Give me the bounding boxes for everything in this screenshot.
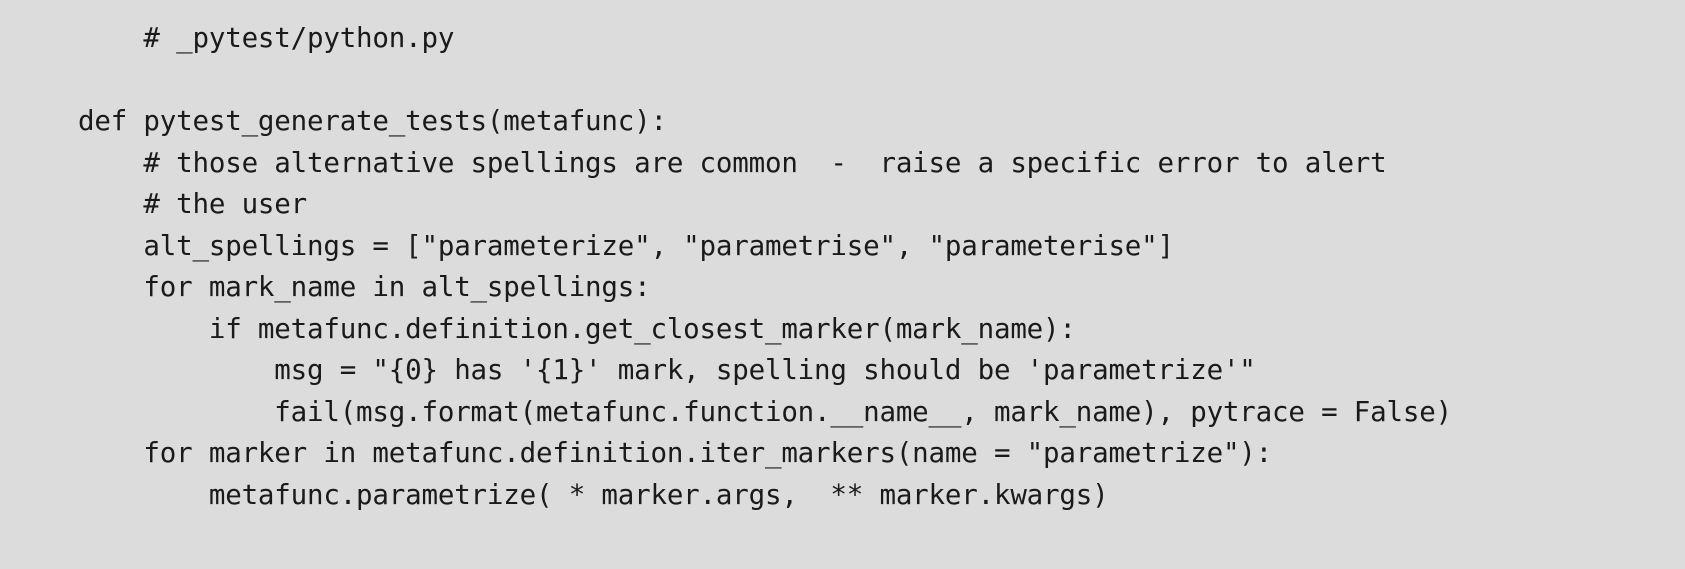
code-line: msg = "{0} has '{1}' mark, spelling shou… [78, 354, 1256, 386]
code-line: alt_spellings = ["parameterize", "parame… [78, 229, 1174, 262]
code-line: fail(msg.format(metafunc.function.__name… [78, 395, 1452, 428]
code-line: # the user [78, 188, 307, 220]
code-line: if metafunc.definition.get_closest_marke… [78, 312, 1076, 345]
code-line: # those alternative spellings are common… [78, 146, 1387, 179]
code-content: # _pytest/python.pydef pytest_generate_t… [0, 18, 1685, 516]
code-listing-figure: # _pytest/python.pydef pytest_generate_t… [0, 0, 1685, 569]
code-line: for mark_name in alt_spellings: [78, 271, 651, 303]
code-line: metafunc.parametrize( * marker.args, ** … [78, 478, 1109, 511]
code-line: def pytest_generate_tests(metafunc): [78, 105, 667, 137]
code-line: for marker in metafunc.definition.iter_m… [78, 437, 1273, 469]
code-line: # _pytest/python.py [78, 22, 455, 54]
code-block: # _pytest/python.pydef pytest_generate_t… [0, 18, 1685, 516]
